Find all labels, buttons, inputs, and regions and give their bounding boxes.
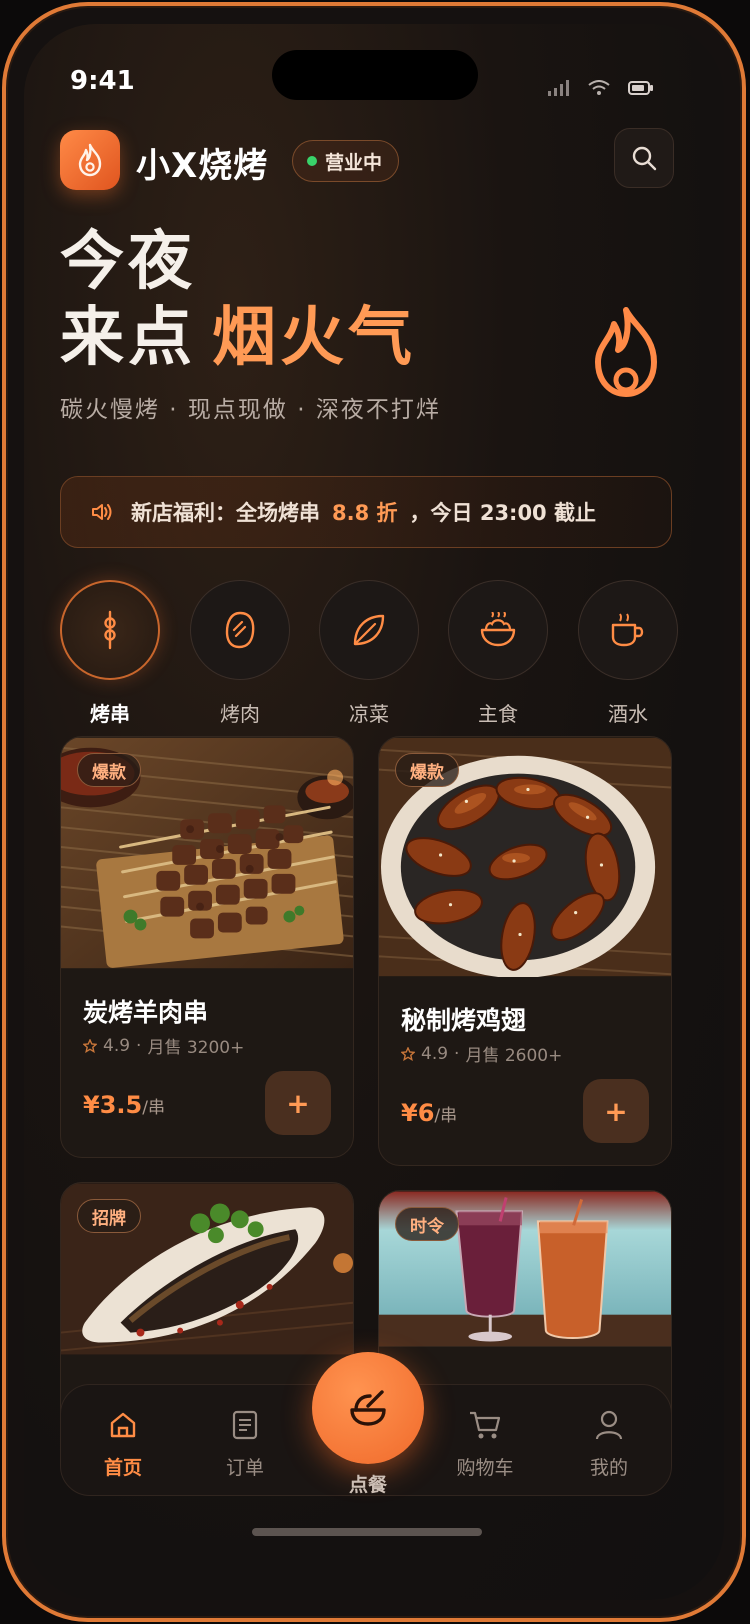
leaf-icon <box>353 614 385 646</box>
product-price: ¥3.5/串 <box>83 1091 165 1119</box>
cup-icon <box>611 613 644 647</box>
brand-name: 小X烧烤 <box>136 146 269 186</box>
product-name: 秘制烤鸡翅 <box>401 1006 527 1035</box>
open-status-dot <box>307 156 317 166</box>
category-drinks[interactable]: 酒水 <box>578 580 678 727</box>
product-meta: 4.9 · 月售 3200+ <box>83 1033 244 1058</box>
category-drinks-circle <box>578 580 678 680</box>
order-food-button[interactable] <box>312 1352 424 1464</box>
hero-flame-icon <box>595 307 657 397</box>
category-skewer[interactable]: 烤串 <box>60 580 160 727</box>
category-meat-circle <box>190 580 290 680</box>
status-icons <box>548 80 654 96</box>
hero-title-line2: 来点 烟火气 <box>60 300 441 376</box>
wifi-icon <box>588 80 610 95</box>
product-rating: 4.9 <box>103 1035 131 1056</box>
category-staple[interactable]: 主食 <box>448 580 548 727</box>
category-label: 烤串 <box>90 702 130 726</box>
signal-icon <box>548 80 569 96</box>
product-meta: 4.9 · 月售 2600+ <box>401 1041 562 1066</box>
promo-banner[interactable]: 新店福利：全场烤串 8.8 折 ，今日 23:00 截止 <box>60 476 672 548</box>
product-price-value: ¥3.5 <box>83 1091 143 1119</box>
tab-cart[interactable]: 购物车 <box>435 1407 535 1480</box>
hero-title-accent: 烟火气 <box>212 301 416 375</box>
product-price-unit: /串 <box>142 1098 165 1118</box>
open-status-label: 营业中 <box>325 151 383 174</box>
app-screen: 9:41 小X烧烤 营业中 今夜 来点 烟火气 碳火慢烤 · 现点现做 · 深夜… <box>24 24 724 1600</box>
product-card[interactable]: 爆款 秘制烤鸡翅 4.9 · 月售 2600+ ¥6/串 + <box>378 736 672 1166</box>
tab-profile[interactable]: 我的 <box>559 1407 659 1480</box>
tab-label: 订单 <box>225 1457 264 1479</box>
cart-icon <box>470 1411 501 1439</box>
dynamic-island <box>272 50 478 100</box>
product-price: ¥6/串 <box>401 1099 457 1127</box>
tab-label: 购物车 <box>456 1457 514 1479</box>
product-price-value: ¥6 <box>401 1099 435 1127</box>
home-indicator[interactable] <box>252 1528 482 1536</box>
status-time: 9:41 <box>70 66 135 96</box>
category-skewer-circle <box>60 580 160 680</box>
category-staple-circle <box>448 580 548 680</box>
meta-separator: · <box>136 1035 142 1056</box>
add-to-cart-button[interactable]: + <box>265 1071 331 1135</box>
product-rating: 4.9 <box>421 1043 449 1064</box>
skewer-icon <box>104 610 116 650</box>
hero-subtitle: 碳火慢烤 · 现点现做 · 深夜不打烊 <box>60 397 441 423</box>
tab-orders[interactable]: 订单 <box>195 1407 295 1480</box>
product-price-unit: /串 <box>434 1106 458 1126</box>
rice-bowl-icon <box>480 612 516 647</box>
hero-title-prefix: 来点 <box>60 301 196 375</box>
product-card[interactable]: 爆款 炭烤羊肉串 4.9 · 月售 3200+ ¥3.5/串 + <box>60 736 354 1158</box>
profile-icon <box>595 1410 623 1440</box>
category-cold-dish[interactable]: 凉菜 <box>319 580 419 727</box>
category-list: 烤串 烤肉 凉菜 主食 酒水 <box>60 580 724 730</box>
promo-suffix: ，今日 23:00 截止 <box>409 501 596 525</box>
promo-discount: 8.8 折 <box>332 501 398 525</box>
category-cold-dish-circle <box>319 580 419 680</box>
add-to-cart-button[interactable]: + <box>583 1079 649 1143</box>
status-bar: 9:41 <box>24 24 724 124</box>
product-tag: 时令 <box>395 1207 459 1241</box>
category-label: 烤肉 <box>220 702 260 726</box>
tab-home[interactable]: 首页 <box>73 1407 173 1480</box>
brand-logo[interactable] <box>60 130 120 190</box>
order-food-icon <box>350 1390 386 1426</box>
open-status-badge: 营业中 <box>292 140 400 182</box>
category-label: 酒水 <box>608 702 648 726</box>
meta-separator: · <box>454 1043 460 1064</box>
battery-icon <box>628 81 653 95</box>
meat-icon <box>225 611 255 649</box>
tab-label: 我的 <box>589 1457 628 1479</box>
hero-title-line1: 今夜 <box>60 225 196 299</box>
product-sales: 月售 2600+ <box>465 1046 563 1066</box>
star-icon <box>83 1038 97 1053</box>
product-tag: 爆款 <box>395 753 459 787</box>
category-label: 主食 <box>478 702 518 726</box>
order-food-label: 点餐 <box>348 1474 387 1496</box>
phone-frame: 9:41 小X烧烤 营业中 今夜 来点 烟火气 碳火慢烤 · 现点现做 · 深夜… <box>2 2 746 1622</box>
search-icon <box>632 146 657 171</box>
product-tag: 招牌 <box>77 1199 141 1233</box>
orders-icon <box>232 1410 258 1440</box>
home-icon <box>110 1412 136 1438</box>
product-sales: 月售 3200+ <box>147 1038 245 1058</box>
app-header: 小X烧烤 营业中 <box>60 128 688 190</box>
star-icon <box>401 1046 415 1061</box>
tab-label: 首页 <box>103 1457 142 1479</box>
hero-section: 今夜 来点 烟火气 碳火慢烤 · 现点现做 · 深夜不打烊 <box>60 224 441 424</box>
product-name: 炭烤羊肉串 <box>83 998 209 1027</box>
category-meat[interactable]: 烤肉 <box>190 580 290 727</box>
promo-prefix: 新店福利：全场烤串 <box>131 501 320 525</box>
product-tag: 爆款 <box>77 753 141 787</box>
search-button[interactable] <box>614 128 674 188</box>
flame-icon <box>78 143 102 177</box>
speaker-icon <box>92 504 112 520</box>
category-label: 凉菜 <box>349 702 389 726</box>
